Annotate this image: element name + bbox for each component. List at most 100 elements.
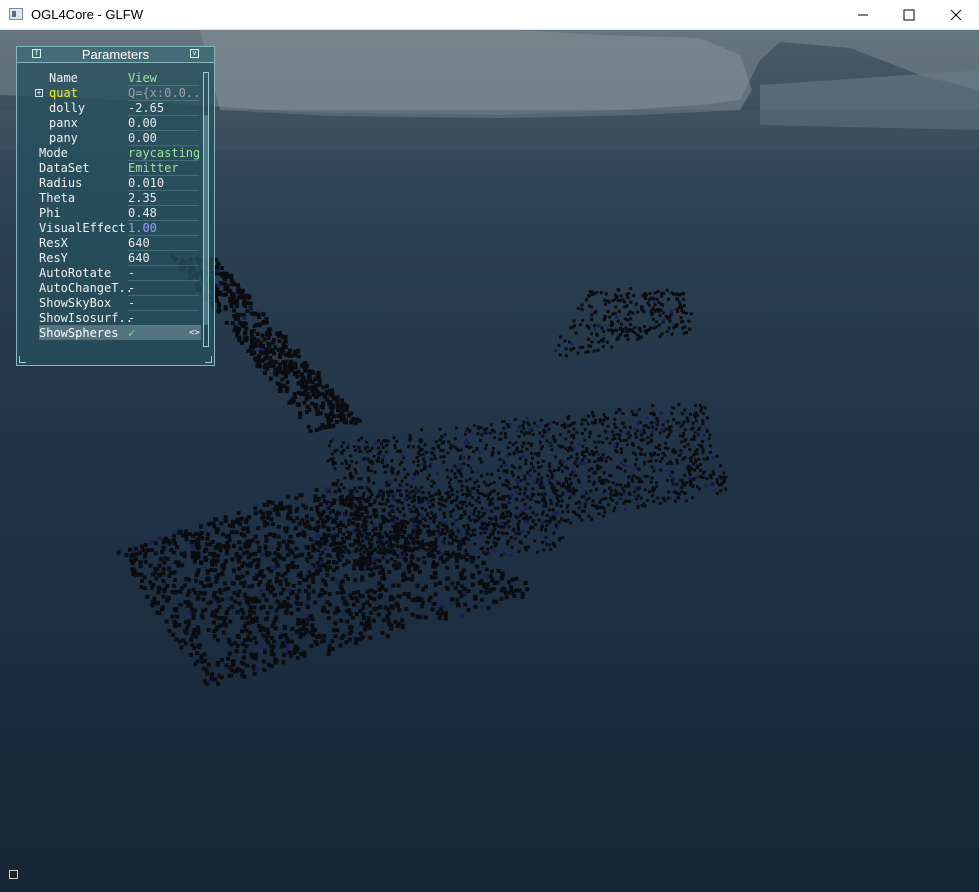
param-value[interactable]: -2.65 (128, 101, 199, 116)
sphere-particle (332, 535, 337, 540)
param-row-dolly[interactable]: dolly -2.65 (39, 101, 219, 116)
sphere-particle (430, 548, 434, 552)
param-value[interactable]: - (128, 311, 199, 326)
param-value[interactable]: 640 (128, 251, 199, 266)
sphere-particle (393, 478, 397, 482)
param-row-phi[interactable]: Phi 0.48 (39, 206, 219, 221)
param-row-panx[interactable]: panx 0.00 (39, 116, 219, 131)
sphere-particle (265, 616, 270, 621)
param-value[interactable]: View (128, 71, 199, 86)
sphere-particle (309, 401, 314, 406)
sphere-particle (219, 521, 224, 526)
sphere-particle (262, 519, 267, 524)
param-row-pany[interactable]: pany 0.00 (39, 131, 219, 146)
sphere-particle (150, 599, 155, 604)
param-row-autochanget[interactable]: AutoChangeT.. - (39, 281, 219, 296)
param-row-showisosurf[interactable]: ShowIsosurf.. - (39, 311, 219, 326)
param-row-showspheres[interactable]: ShowSpheres ✓ <> (39, 326, 219, 341)
value-arrows-icon[interactable]: <> (189, 326, 200, 341)
sphere-particle (250, 619, 255, 624)
param-row-quat[interactable]: quat Q={x:0.0.. (39, 86, 219, 101)
sphere-particle (255, 332, 260, 336)
sphere-particle (650, 421, 654, 425)
sphere-particle (487, 522, 491, 526)
sphere-particle (204, 542, 209, 547)
parameters-panel[interactable]: f Parameters v Name View quat Q={x:0.0.. + do… (16, 46, 215, 366)
expand-icon[interactable]: + (35, 89, 43, 97)
param-row-theta[interactable]: Theta 2.35 (39, 191, 219, 206)
sphere-particle (217, 589, 222, 594)
sphere-particle (339, 541, 344, 546)
sphere-particle (681, 326, 685, 330)
panel-scrollbar[interactable] (203, 72, 209, 347)
resize-corner-right[interactable] (205, 356, 212, 363)
sphere-particle (523, 474, 527, 478)
sphere-particle (191, 615, 196, 620)
sphere-particle (490, 497, 494, 501)
sphere-particle (276, 547, 280, 551)
param-row-autorotate[interactable]: AutoRotate - (39, 266, 219, 281)
param-row-mode[interactable]: Mode raycasting (39, 146, 219, 161)
sphere-particle (293, 526, 298, 531)
resize-corner-left[interactable] (19, 356, 26, 363)
sphere-particle (604, 302, 607, 306)
scrollbar-thumb[interactable] (204, 115, 208, 325)
sphere-particle (369, 469, 373, 473)
param-value[interactable]: - (128, 296, 199, 311)
param-value[interactable]: 640 (128, 236, 199, 251)
sphere-particle (333, 467, 337, 471)
sphere-particle (340, 461, 344, 465)
sphere-particle (288, 508, 293, 513)
param-row-showskybox[interactable]: ShowSkyBox - (39, 296, 219, 311)
sphere-particle (541, 540, 544, 544)
param-value[interactable]: - (128, 266, 199, 281)
sphere-particle (242, 649, 247, 654)
sphere-particle (242, 675, 247, 679)
sphere-particle (236, 290, 241, 295)
sphere-particle (432, 532, 436, 536)
param-row-dataset[interactable]: DataSet Emitter (39, 161, 219, 176)
sphere-particle (367, 550, 370, 554)
close-button[interactable] (933, 0, 979, 30)
sphere-particle (413, 598, 418, 603)
sphere-particle (500, 531, 504, 535)
param-value[interactable]: 1.00 (128, 221, 199, 236)
param-value[interactable]: Q={x:0.0.. (128, 86, 199, 101)
sphere-particle (401, 507, 405, 511)
sphere-particle (707, 437, 711, 441)
param-value[interactable]: 0.00 (128, 131, 199, 146)
param-row-visualeffect[interactable]: VisualEffect 1.00 (39, 221, 219, 236)
sphere-particle (633, 326, 637, 330)
maximize-button[interactable] (886, 0, 932, 30)
sphere-particle (283, 374, 288, 379)
param-row-radius[interactable]: Radius 0.010 (39, 176, 219, 191)
param-value[interactable]: 0.48 (128, 206, 199, 221)
sphere-particle (385, 450, 388, 454)
sphere-particle (326, 414, 331, 419)
sphere-particle (253, 551, 258, 556)
sphere-particle (177, 623, 182, 627)
sphere-particle (672, 418, 676, 422)
panel-menu-icon[interactable]: f (32, 49, 41, 58)
sphere-particle (387, 490, 391, 494)
sphere-particle (390, 557, 394, 561)
minimize-button[interactable] (840, 0, 886, 30)
param-value[interactable]: - (128, 281, 199, 296)
param-value[interactable]: 2.35 (128, 191, 199, 206)
title-bar[interactable]: OGL4Core - GLFW (0, 0, 979, 30)
param-value[interactable]: raycasting (128, 146, 199, 161)
panel-collapse-icon[interactable]: v (190, 49, 199, 58)
param-row-resy[interactable]: ResY 640 (39, 251, 219, 266)
panel-title-bar[interactable]: f Parameters v (17, 47, 214, 63)
sphere-particle (651, 425, 654, 429)
param-row-resx[interactable]: ResX 640 (39, 236, 219, 251)
sphere-particle (598, 501, 602, 505)
param-row-name[interactable]: Name View (39, 71, 219, 86)
sphere-particle (520, 449, 524, 453)
sphere-particle (138, 550, 143, 555)
sphere-particle (427, 551, 431, 555)
param-value[interactable]: 0.010 (128, 176, 199, 191)
param-value[interactable]: 0.00 (128, 116, 199, 131)
sphere-particle (480, 474, 483, 478)
param-value[interactable]: Emitter (128, 161, 199, 176)
